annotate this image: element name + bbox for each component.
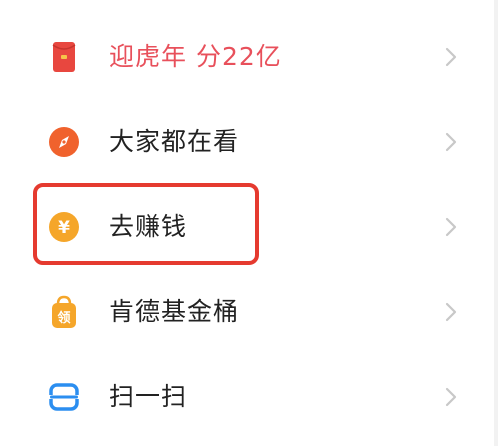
shopping-bag-icon: 领: [48, 295, 80, 328]
chevron-right-icon: [443, 301, 459, 323]
menu-item-earn-money[interactable]: ¥ 去赚钱: [0, 184, 498, 269]
yuan-coin-icon: ¥: [48, 211, 80, 243]
menu-item-trending[interactable]: 大家都在看: [0, 99, 498, 184]
menu-item-kfc-bucket[interactable]: 领 肯德基金桶: [0, 269, 498, 354]
svg-text:领: 领: [57, 310, 70, 326]
menu-item-label: 迎虎年 分22亿: [109, 41, 282, 71]
scan-icon: [48, 381, 80, 413]
menu-item-label: 大家都在看: [109, 126, 240, 156]
menu-list: 迎虎年 分22亿 大家都在看 ¥ 去赚钱 领 肯德基金桶 扫一扫: [0, 14, 498, 439]
chevron-right-icon: [443, 46, 459, 68]
chevron-right-icon: [443, 216, 459, 238]
menu-item-scan[interactable]: 扫一扫: [0, 354, 498, 439]
chevron-right-icon: [443, 386, 459, 408]
scrollbar-track: [494, 0, 498, 446]
menu-item-label: 扫一扫: [109, 381, 188, 411]
menu-item-label: 肯德基金桶: [109, 296, 240, 326]
mobile-menu-screen: 迎虎年 分22亿 大家都在看 ¥ 去赚钱 领 肯德基金桶 扫一扫: [0, 0, 498, 446]
red-envelope-icon: [48, 41, 80, 73]
menu-item-red-envelope[interactable]: 迎虎年 分22亿: [0, 14, 498, 99]
compass-icon: [48, 126, 80, 158]
chevron-right-icon: [443, 131, 459, 153]
menu-item-label: 去赚钱: [109, 211, 188, 241]
svg-text:¥: ¥: [58, 218, 70, 238]
